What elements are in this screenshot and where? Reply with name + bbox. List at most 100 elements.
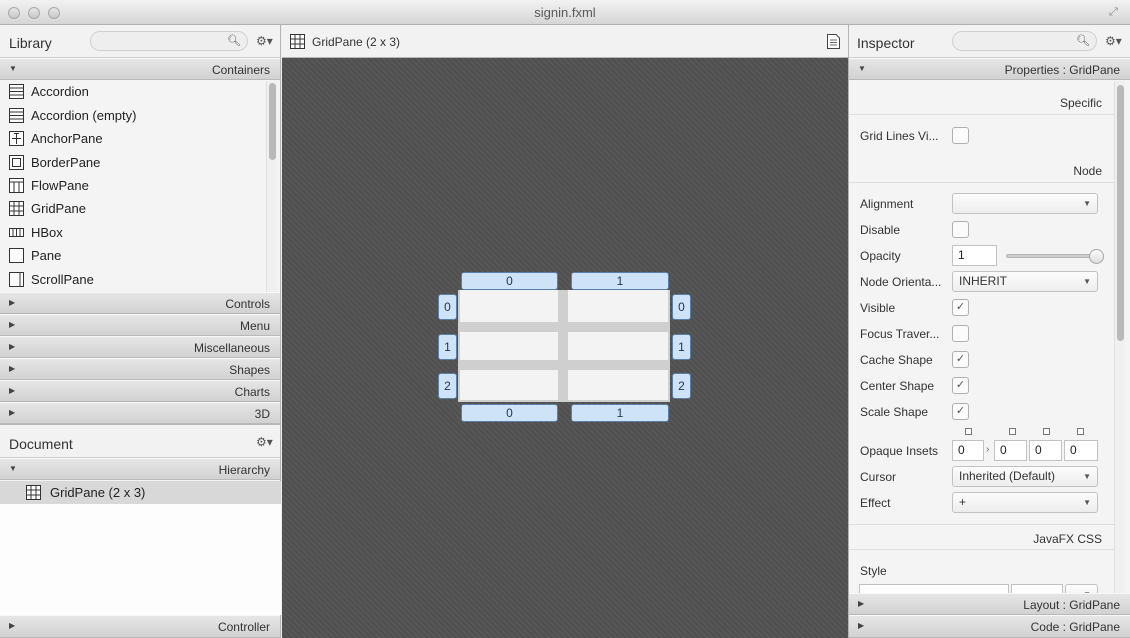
accordion-icon: [9, 84, 24, 99]
library-item-pane[interactable]: Pane: [0, 245, 266, 268]
section-hierarchy[interactable]: ▼ Hierarchy: [0, 458, 280, 480]
opaque-inset-top-field[interactable]: 0: [952, 440, 984, 461]
inspector-scrollbar[interactable]: [1114, 81, 1125, 594]
inset-lock-icon[interactable]: [1077, 428, 1084, 435]
column-index-bottom-0[interactable]: 0: [461, 404, 558, 422]
library-scroll-thumb[interactable]: [269, 83, 276, 160]
library-gear-icon[interactable]: ⚙▾: [256, 34, 273, 48]
alignment-select[interactable]: ▼: [952, 193, 1098, 214]
document-icon[interactable]: [827, 34, 840, 49]
dropdown-arrow-icon: ▼: [1083, 277, 1091, 286]
design-canvas[interactable]: 0 1 0 1 0 1 2 0 1 2: [282, 58, 848, 638]
scale-shape-checkbox[interactable]: ✓: [952, 403, 969, 420]
hbox-icon: [9, 228, 24, 237]
section-properties[interactable]: ▼ Properties : GridPane: [849, 58, 1130, 80]
row-index-right-0[interactable]: 0: [672, 294, 691, 320]
column-index-top-0[interactable]: 0: [461, 272, 558, 290]
disable-checkbox[interactable]: [952, 221, 969, 238]
search-icon: 🔍︎: [1076, 35, 1090, 47]
library-item-gridpane[interactable]: GridPane: [0, 198, 266, 221]
gridpane-icon: [9, 201, 24, 216]
section-3d[interactable]: ▶ 3D: [0, 402, 280, 424]
prop-style: Style: [860, 564, 887, 578]
column-index-bottom-1[interactable]: 1: [571, 404, 669, 422]
opacity-field[interactable]: 1: [952, 245, 997, 266]
collapsed-arrow-icon: ▶: [9, 386, 16, 395]
canvas-breadcrumb[interactable]: GridPane (2 x 3): [312, 35, 400, 49]
prop-opacity: Opacity 1: [849, 244, 1114, 268]
app-window: signin.fxml ⤢ Library 🔍︎ ⚙▾ ▼ Containers…: [0, 0, 1130, 638]
section-miscellaneous[interactable]: ▶ Miscellaneous: [0, 336, 280, 358]
grid-cell[interactable]: [568, 370, 668, 400]
link-arrow-icon: ›: [986, 444, 990, 455]
section-charts[interactable]: ▶ Charts: [0, 380, 280, 402]
gridpane-preview[interactable]: [458, 290, 670, 402]
inspector-gear-icon[interactable]: ⚙▾: [1105, 34, 1122, 48]
gridpane-icon: [290, 34, 305, 49]
center-shape-checkbox[interactable]: ✓: [952, 377, 969, 394]
gridpane-icon: [26, 485, 41, 500]
anchorpane-icon: [9, 131, 24, 146]
opacity-slider-knob[interactable]: [1088, 249, 1104, 264]
library-item-hbox[interactable]: HBox: [0, 222, 266, 245]
library-item-anchorpane[interactable]: AnchorPane: [0, 128, 266, 151]
cursor-select[interactable]: Inherited (Default) ▼: [952, 466, 1098, 487]
row-index-right-1[interactable]: 1: [672, 334, 691, 360]
window-title: signin.fxml: [534, 5, 596, 20]
row-index-left-1[interactable]: 1: [438, 334, 457, 360]
section-menu[interactable]: ▶ Menu: [0, 314, 280, 336]
section-layout[interactable]: ▶ Layout : GridPane: [849, 593, 1130, 615]
opaque-inset-left-field[interactable]: 0: [1064, 440, 1098, 461]
prop-visible: Visible ✓: [849, 296, 1114, 320]
hierarchy-node-gridpane[interactable]: GridPane (2 x 3): [0, 481, 281, 504]
library-item-flowpane[interactable]: FlowPane: [0, 175, 266, 198]
title-bar: signin.fxml ⤢: [0, 0, 1130, 25]
grid-cell[interactable]: [460, 290, 558, 322]
prop-opaque-insets: Opaque Insets 0 › 0 0 0: [849, 439, 1114, 463]
library-item-borderpane[interactable]: BorderPane: [0, 152, 266, 175]
effect-select[interactable]: + ▼: [952, 492, 1098, 513]
cache-shape-checkbox[interactable]: ✓: [952, 351, 969, 368]
prop-scale-shape: Scale Shape ✓: [849, 400, 1114, 424]
inset-lock-icon[interactable]: [1009, 428, 1016, 435]
opacity-slider-track[interactable]: [1006, 254, 1096, 258]
inspector-search-input[interactable]: 🔍︎: [952, 31, 1097, 51]
section-code[interactable]: ▶ Code : GridPane: [849, 615, 1130, 638]
document-header: Document ⚙▾: [0, 424, 280, 458]
library-item-scrollpane[interactable]: ScrollPane: [0, 269, 266, 292]
collapsed-arrow-icon: ▶: [9, 408, 16, 417]
inspector-scroll-thumb[interactable]: [1117, 85, 1124, 341]
prop-disable: Disable: [849, 218, 1114, 242]
grid-cell[interactable]: [568, 332, 668, 360]
inset-lock-icon[interactable]: [965, 428, 972, 435]
section-containers[interactable]: ▼ Containers: [0, 58, 280, 80]
opaque-inset-right-field[interactable]: 0: [994, 440, 1027, 461]
canvas-header: GridPane (2 x 3): [282, 25, 848, 58]
library-search-input[interactable]: 🔍︎: [90, 31, 248, 51]
grid-cell[interactable]: [460, 332, 558, 360]
row-index-left-0[interactable]: 0: [438, 294, 457, 320]
fullscreen-icon[interactable]: ⤢: [1109, 6, 1122, 19]
focus-traversable-checkbox[interactable]: [952, 325, 969, 342]
grid-cell[interactable]: [568, 290, 668, 322]
library-item-accordion-empty[interactable]: Accordion (empty): [0, 105, 266, 128]
section-controller[interactable]: ▶ Controller: [0, 615, 280, 638]
inset-lock-icon[interactable]: [1043, 428, 1050, 435]
opaque-inset-bottom-field[interactable]: 0: [1029, 440, 1062, 461]
column-index-top-1[interactable]: 1: [571, 272, 669, 290]
inspector-title: Inspector: [857, 35, 915, 51]
grid-cell[interactable]: [460, 370, 558, 400]
hierarchy-node-label: GridPane (2 x 3): [50, 485, 146, 500]
library-scrollbar[interactable]: [266, 81, 277, 292]
row-index-right-2[interactable]: 2: [672, 373, 691, 399]
hierarchy-empty-area: [0, 504, 281, 615]
section-controls[interactable]: ▶ Controls: [0, 292, 280, 314]
row-index-left-2[interactable]: 2: [438, 373, 457, 399]
grid-lines-visible-checkbox[interactable]: [952, 127, 969, 144]
node-orientation-select[interactable]: INHERIT ▼: [952, 271, 1098, 292]
visible-checkbox[interactable]: ✓: [952, 299, 969, 316]
section-shapes[interactable]: ▶ Shapes: [0, 358, 280, 380]
dropdown-arrow-icon: ▼: [1083, 498, 1091, 507]
library-item-accordion[interactable]: Accordion: [0, 81, 266, 104]
document-gear-icon[interactable]: ⚙▾: [256, 435, 273, 449]
